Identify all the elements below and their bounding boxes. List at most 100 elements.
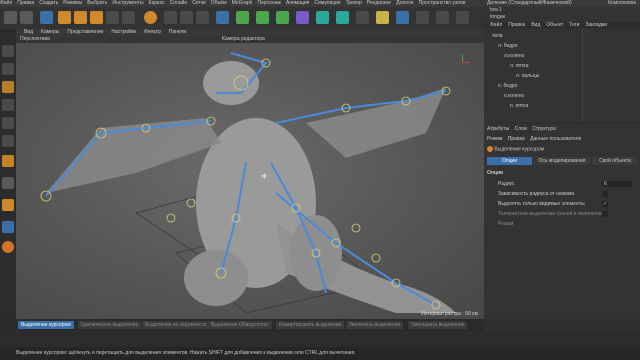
vp-menu-view[interactable]: Вид: [24, 29, 33, 35]
clapper-icon[interactable]: [456, 11, 469, 24]
menu-character[interactable]: Персонаж: [257, 0, 280, 7]
attr-menu-edit[interactable]: Правка: [508, 136, 525, 142]
om-menu-edit[interactable]: Правка: [508, 22, 525, 28]
mode-shrink-selection[interactable]: Уменьшить выделение: [408, 321, 468, 329]
om-item-9[interactable]: п.колено: [504, 93, 524, 100]
vp-menu-panel[interactable]: Панели: [169, 29, 186, 35]
om-item-10[interactable]: п. пятка: [510, 103, 528, 110]
vp-menu-display[interactable]: Представление: [67, 29, 103, 35]
radius-field[interactable]: 6: [602, 181, 632, 187]
undo-icon[interactable]: [4, 11, 17, 24]
camera-icon[interactable]: [356, 11, 369, 24]
vp-menu-options[interactable]: Настройки: [111, 29, 136, 35]
section-tab-modeling-axis[interactable]: Ось моделирования: [534, 157, 590, 165]
menu-spline[interactable]: Сплайн: [170, 0, 188, 7]
viewport[interactable]: + Интервал растра : 50 см: [16, 43, 484, 319]
tolerant-checkbox[interactable]: [602, 211, 608, 217]
mode-grow-selection[interactable]: Увеличить выделение: [346, 321, 404, 329]
mode-live-selection[interactable]: Выделение курсором: [18, 321, 74, 329]
menu-modes[interactable]: Режимы: [63, 0, 82, 7]
edges-mode-icon[interactable]: [2, 117, 14, 129]
snap-icon[interactable]: [416, 11, 429, 24]
texture-mode-icon[interactable]: [2, 81, 14, 93]
menu-tracker[interactable]: Трекер: [346, 0, 362, 7]
om-item-7[interactable]: л. пальцы: [516, 73, 539, 80]
menu-create[interactable]: Создать: [39, 0, 58, 7]
render-settings-icon[interactable]: [196, 11, 209, 24]
axis-y-icon[interactable]: [122, 11, 135, 24]
scene-icon[interactable]: [336, 11, 349, 24]
om-menu-object[interactable]: Объект: [546, 22, 563, 28]
menu-edit[interactable]: Правка: [17, 0, 34, 7]
render-view-icon[interactable]: [164, 11, 177, 24]
model-mode-icon[interactable]: [2, 63, 14, 75]
mode-outline-selection[interactable]: Выделение Обвод.полос: [208, 321, 272, 329]
menu-tools[interactable]: Инструменты: [112, 0, 143, 7]
redo-icon[interactable]: [20, 11, 33, 24]
menu-select[interactable]: Выбрать: [87, 0, 107, 7]
om-menu-bookmarks[interactable]: Закладки: [585, 22, 607, 28]
tag-icon[interactable]: [396, 11, 409, 24]
menu-simulation[interactable]: Симуляция: [314, 0, 340, 7]
menu-mograph[interactable]: MoGraph: [232, 0, 253, 7]
select-tool-icon[interactable]: [40, 11, 53, 24]
section-tab-object-props[interactable]: Свой объекта: [592, 157, 638, 165]
right-tab[interactable]: Компоновка: [608, 0, 636, 7]
mode-invert-selection[interactable]: Инвертировать выделение: [276, 321, 345, 329]
rotate-tool-icon[interactable]: [90, 11, 103, 24]
menu-render[interactable]: Рендеринг: [367, 0, 392, 7]
light-icon[interactable]: [376, 11, 389, 24]
om-menu-tags[interactable]: Теги: [569, 22, 579, 28]
attr-tab-layers[interactable]: Слои: [515, 126, 527, 132]
attr-menu-userdata[interactable]: Данные пользователя: [530, 136, 581, 142]
tweak-icon[interactable]: [2, 199, 14, 211]
om-item-1[interactable]: tow.1: [490, 7, 502, 14]
lock-workplane-icon[interactable]: [436, 11, 449, 24]
deformer-icon[interactable]: [316, 11, 329, 24]
mode-ring-selection[interactable]: Выделение по окружности: [142, 321, 210, 329]
om-item-3[interactable]: тела: [492, 33, 503, 40]
om-item-5[interactable]: л.колено: [504, 53, 524, 60]
om-item-2[interactable]: tongue: [490, 14, 505, 21]
cloner-icon[interactable]: [296, 11, 309, 24]
axis-x-icon[interactable]: [106, 11, 119, 24]
attr-menu-mode[interactable]: Режим: [487, 136, 502, 142]
workplane-icon[interactable]: [2, 221, 14, 233]
om-item-6[interactable]: л. пятка: [510, 63, 528, 70]
layout-mode[interactable]: Деление (Стандартный/Физический): [487, 0, 572, 6]
menu-volume[interactable]: Объём: [211, 0, 227, 7]
menu-mesh[interactable]: Каркас: [149, 0, 165, 7]
menu-animation[interactable]: Анимация: [286, 0, 309, 7]
om-item-8[interactable]: п. бедро: [498, 83, 517, 90]
make-editable-icon[interactable]: [2, 45, 14, 57]
subdivision-icon[interactable]: [256, 11, 269, 24]
world-coords-icon[interactable]: [144, 11, 157, 24]
scale-tool-icon[interactable]: [74, 11, 87, 24]
pen-icon[interactable]: [236, 11, 249, 24]
cube-icon[interactable]: [216, 11, 229, 24]
menu-meshes[interactable]: Сетки: [192, 0, 206, 7]
timeline[interactable]: [0, 331, 640, 347]
om-menu-view[interactable]: Вид: [531, 22, 540, 28]
pressure-checkbox[interactable]: [602, 191, 608, 197]
array-icon[interactable]: [276, 11, 289, 24]
move-tool-icon[interactable]: [58, 11, 71, 24]
section-tab-options[interactable]: Опции: [487, 157, 532, 165]
layout-label[interactable]: Пространство узлов: [419, 0, 466, 7]
axis-mode-icon[interactable]: [2, 177, 14, 189]
mode-loop-selection[interactable]: Циклическое выделение: [78, 321, 142, 329]
s-icon[interactable]: [2, 241, 14, 253]
render-picture-icon[interactable]: [180, 11, 193, 24]
attr-tab-attributes[interactable]: Атрибуты: [487, 126, 509, 132]
points-mode-icon[interactable]: [2, 99, 14, 111]
polygons-mode-icon[interactable]: [2, 135, 14, 147]
vp-menu-filter[interactable]: Фильтр: [144, 29, 161, 35]
menu-file[interactable]: Файл: [0, 0, 12, 7]
menu-extensions[interactable]: Дополн: [396, 0, 413, 7]
om-menu-file[interactable]: Файл: [490, 22, 502, 28]
attr-tab-structure[interactable]: Структура: [532, 126, 556, 132]
om-item-4[interactable]: л. бедро: [498, 43, 518, 50]
camera-label[interactable]: Камера редактора: [222, 36, 265, 43]
visible-only-checkbox[interactable]: ✓: [602, 201, 608, 207]
snap-icon-left[interactable]: [2, 155, 14, 167]
